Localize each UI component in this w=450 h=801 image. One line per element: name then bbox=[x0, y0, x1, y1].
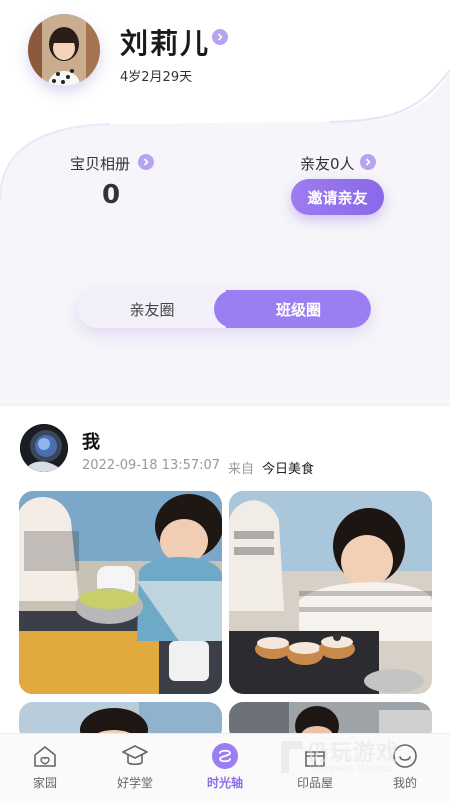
child-name: 刘莉儿 bbox=[120, 27, 211, 60]
watermark-subtext: Rengwan Games bbox=[309, 763, 394, 774]
album-count: 0 bbox=[102, 180, 121, 210]
child-age: 4岁2月29天 bbox=[120, 70, 193, 85]
home-icon bbox=[34, 746, 56, 767]
watermark: 仍玩游戏 Rengwan Games bbox=[277, 735, 437, 783]
post-photo-2[interactable] bbox=[229, 491, 432, 694]
tab-home[interactable]: 家园 bbox=[0, 734, 90, 801]
tab-class-circle-label: 班级圈 bbox=[275, 300, 321, 319]
watermark-logo-icon bbox=[281, 741, 303, 773]
profile-chevron-right-icon[interactable] bbox=[212, 29, 228, 45]
child-avatar[interactable] bbox=[28, 14, 100, 86]
tab-timeline-label: 时光轴 bbox=[206, 776, 243, 790]
post-source-prefix: 来自 bbox=[228, 462, 255, 477]
tab-class-circle[interactable]: 班级圈 bbox=[214, 290, 371, 328]
friends-count-label[interactable]: 亲友0人 bbox=[300, 153, 355, 174]
friends-chevron-right-icon[interactable] bbox=[360, 154, 376, 170]
tab-learning-label: 好学堂 bbox=[116, 776, 153, 790]
graduation-cap-icon bbox=[122, 745, 148, 766]
section-divider bbox=[0, 405, 450, 406]
post-author-name: 我 bbox=[82, 432, 100, 453]
tab-learning[interactable]: 好学堂 bbox=[90, 734, 180, 801]
post-photo-1[interactable] bbox=[19, 491, 222, 694]
post-source[interactable]: 今日美食 bbox=[262, 458, 314, 477]
tab-timeline[interactable]: 时光轴 bbox=[180, 734, 270, 801]
post-timestamp: 2022-09-18 13:57:07 bbox=[82, 458, 221, 473]
timeline-icon bbox=[212, 743, 238, 769]
post-author-avatar[interactable] bbox=[20, 424, 68, 472]
tab-friends-circle[interactable]: 亲友圈 bbox=[78, 290, 226, 328]
album-label[interactable]: 宝贝相册 bbox=[70, 153, 130, 174]
tab-home-label: 家园 bbox=[32, 776, 57, 790]
invite-friends-button[interactable]: 邀请亲友 bbox=[291, 179, 384, 215]
album-chevron-right-icon[interactable] bbox=[138, 154, 154, 170]
circle-segmented-control: 亲友圈 班级圈 bbox=[78, 290, 371, 328]
